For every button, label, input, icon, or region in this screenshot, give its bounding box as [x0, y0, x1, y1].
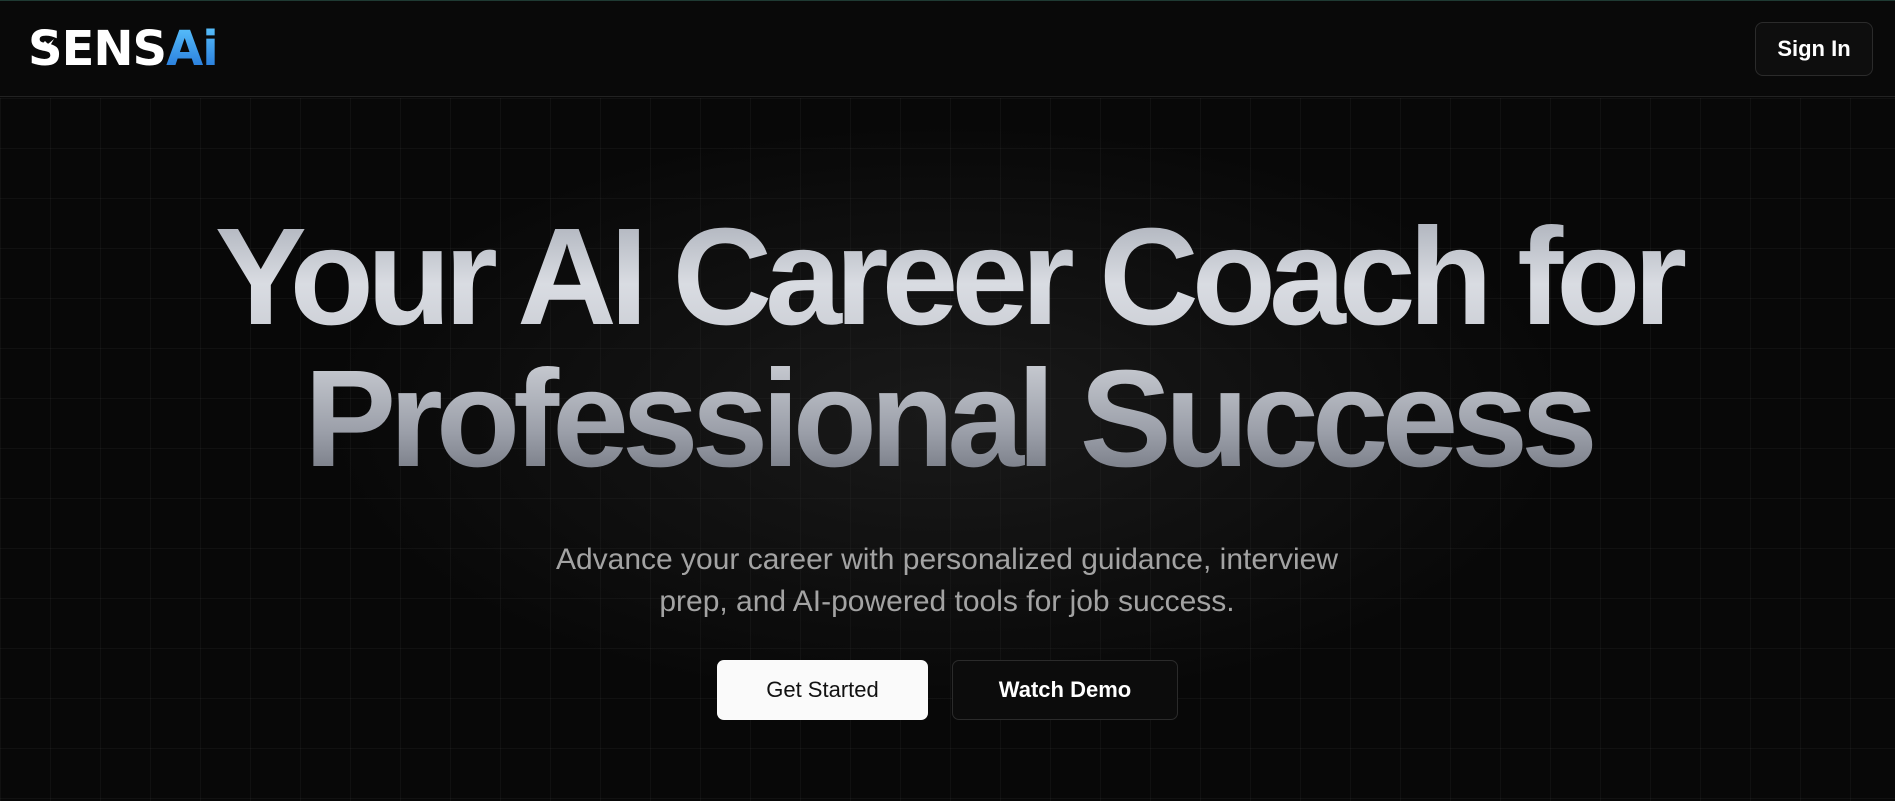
watch-demo-button[interactable]: Watch Demo — [952, 660, 1178, 720]
logo-text-blue: Ai — [166, 21, 219, 77]
get-started-button[interactable]: Get Started — [717, 660, 928, 720]
sign-in-button[interactable]: Sign In — [1755, 22, 1873, 76]
hero-subtitle: Advance your career with personalized gu… — [447, 539, 1447, 623]
hero-actions: Get Started Watch Demo — [0, 660, 1895, 720]
top-header: SENS Ai Sign In — [0, 1, 1895, 97]
hero-title-line-1: Your AI Career Coach for — [0, 206, 1895, 348]
hero-title-line-2: Professional Success — [0, 348, 1895, 490]
hero-subtitle-line-2: prep, and AI-powered tools for job succe… — [659, 585, 1235, 618]
horns-icon — [36, 39, 54, 51]
sensai-logo[interactable]: SENS Ai — [28, 21, 219, 77]
landing-page: SENS Ai Sign In Your AI Career Coach for … — [0, 0, 1895, 801]
hero-subtitle-line-1: Advance your career with personalized gu… — [555, 543, 1339, 576]
hero-title: Your AI Career Coach for Professional Su… — [0, 206, 1895, 490]
